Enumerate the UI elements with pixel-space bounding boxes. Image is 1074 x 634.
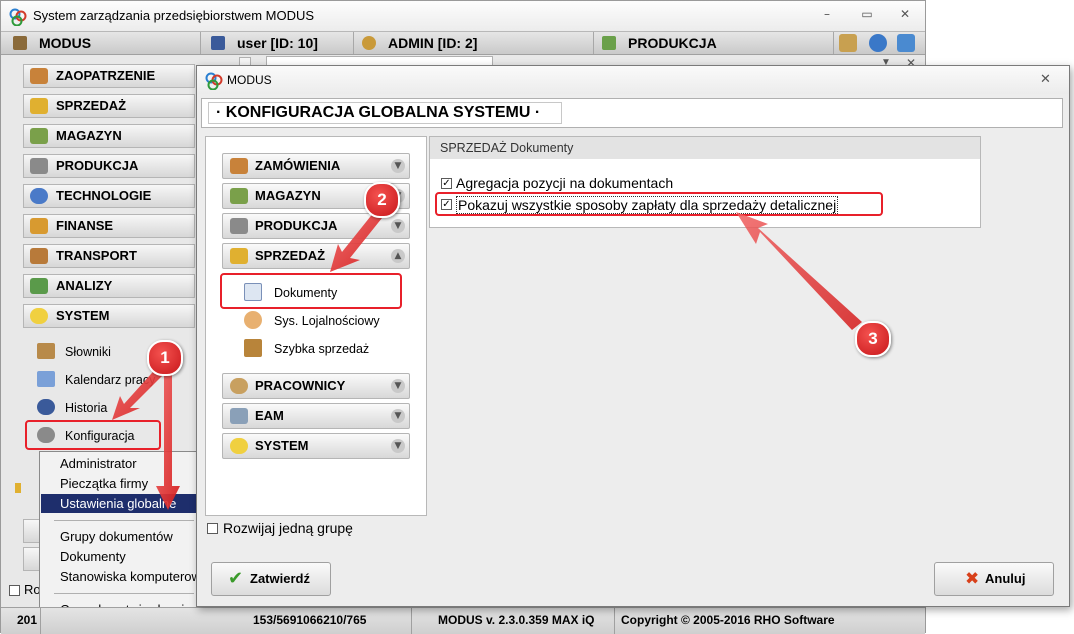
arrow-2-dokumenty [330,212,382,272]
arrow-3-option [736,212,862,330]
arrow-1-ustawienia [156,374,180,510]
callout-badge-1: 1 [147,340,183,376]
annotation-arrows [112,212,862,510]
callout-badge-3: 3 [855,321,891,357]
callout-badge-2: 2 [364,182,400,218]
